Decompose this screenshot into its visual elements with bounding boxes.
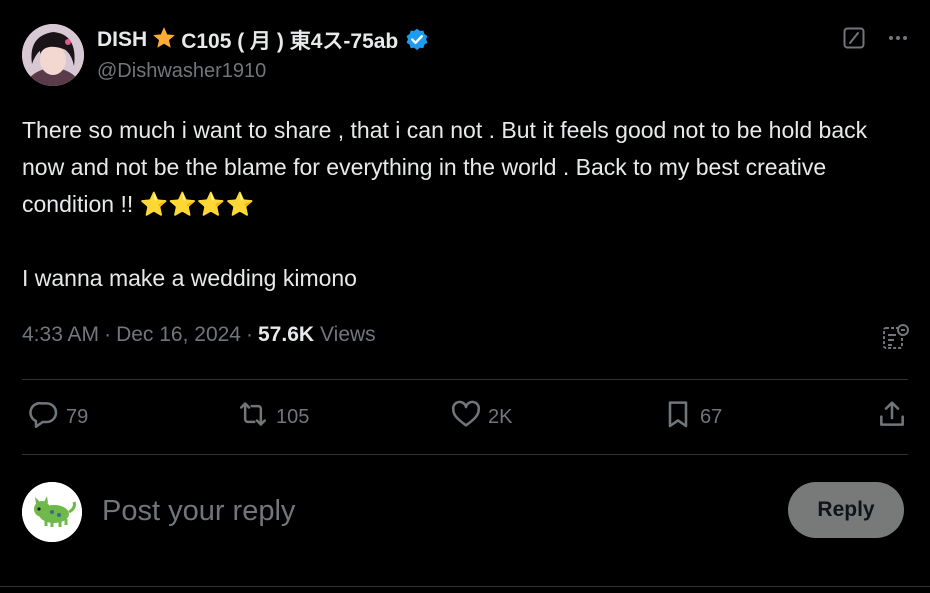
verified-badge-icon: [404, 27, 430, 53]
author-avatar[interactable]: [22, 24, 84, 86]
repost-count: 105: [276, 405, 310, 428]
bookmark-action[interactable]: 67: [662, 398, 722, 436]
divider: [22, 454, 908, 455]
divider: [22, 379, 908, 380]
reply-action[interactable]: 79: [28, 398, 88, 436]
reply-input[interactable]: [100, 488, 764, 534]
meta-separator: ·: [104, 323, 112, 346]
reply-count: 79: [66, 405, 89, 428]
reply-composer: Reply: [22, 480, 908, 542]
author-name-suffix[interactable]: C105 ( 月 ) 東4ス-75ab: [181, 25, 398, 55]
author-name-row[interactable]: DISH C105 ( 月 ) 東4ス-75ab: [97, 26, 430, 54]
views-label: Views: [320, 323, 376, 346]
current-user-avatar[interactable]: [22, 482, 82, 542]
views-count: 57.6K: [258, 323, 315, 346]
divider: [0, 586, 930, 587]
star-emoji-icon: [151, 25, 177, 56]
meta-separator: ·: [246, 323, 253, 346]
reply-button[interactable]: Reply: [788, 482, 904, 538]
bookmark-icon: [662, 398, 694, 436]
tweet-date[interactable]: Dec 16, 2024: [116, 323, 241, 347]
author-name-prefix[interactable]: DISH: [97, 28, 147, 52]
like-icon: [450, 398, 482, 436]
tweet-time[interactable]: 4:33 AM: [22, 323, 99, 347]
tweet-stats: 79 105 2K 67: [28, 398, 908, 438]
tweet-top-actions: [842, 26, 910, 50]
analytics-icon[interactable]: [880, 322, 910, 352]
bookmark-count: 67: [700, 405, 723, 428]
share-action[interactable]: [876, 398, 908, 436]
more-icon[interactable]: [886, 26, 910, 50]
tweet-meta: 4:33 AM · Dec 16, 2024 · 57.6K Views: [22, 323, 376, 347]
grok-icon[interactable]: [842, 26, 866, 50]
author-handle[interactable]: @Dishwasher1910: [97, 60, 266, 83]
like-action[interactable]: 2K: [450, 398, 512, 436]
repost-icon: [236, 398, 270, 436]
tweet-text: There so much i want to share , that i c…: [22, 117, 868, 291]
repost-action[interactable]: 105: [236, 398, 309, 436]
reply-icon: [28, 398, 60, 436]
like-count: 2K: [488, 405, 513, 428]
share-icon: [876, 398, 908, 436]
